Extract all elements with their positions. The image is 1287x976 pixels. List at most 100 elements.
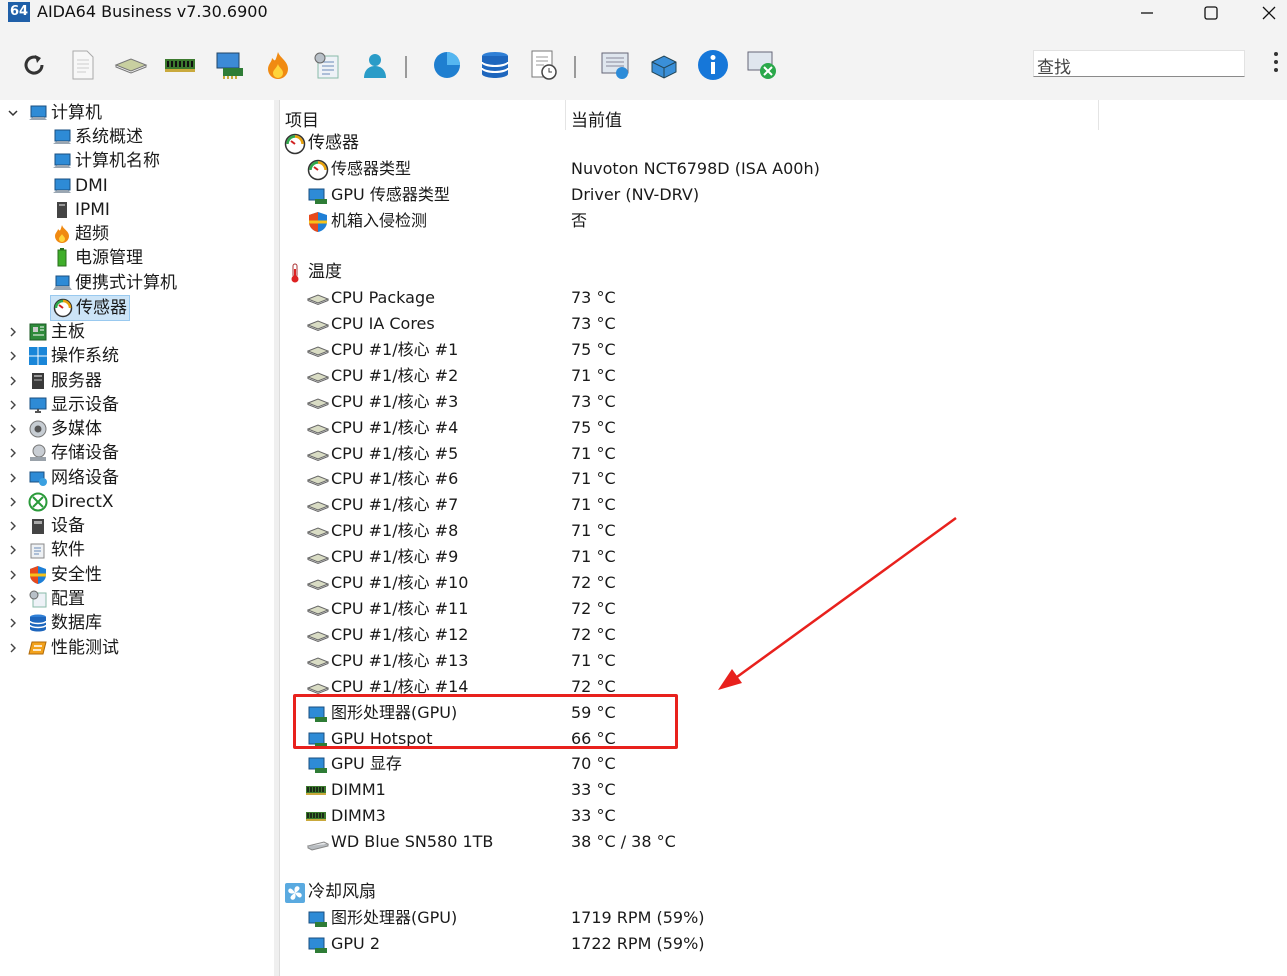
memory-icon[interactable] — [163, 48, 197, 82]
row-name: 图形处理器(GPU) — [331, 908, 458, 927]
tree-item-motherboard[interactable]: 主板 — [28, 320, 85, 344]
table-row[interactable]: CPU Package 73 °C — [280, 286, 1280, 311]
tree-item-overclock[interactable]: 超频 — [52, 222, 109, 246]
column-divider[interactable] — [1098, 100, 1099, 130]
group-title: 温度 — [308, 262, 342, 282]
chevron-right-icon[interactable] — [8, 643, 18, 653]
table-row[interactable]: CPU #1/核心 #2 71 °C — [280, 364, 1280, 389]
table-row[interactable]: CPU #1/核心 #1 75 °C — [280, 338, 1280, 363]
close-button[interactable] — [1250, 0, 1287, 26]
tree-item-display[interactable]: 显示设备 — [28, 393, 119, 417]
chevron-right-icon[interactable] — [8, 497, 18, 507]
column-header-value[interactable]: 当前值 — [571, 106, 622, 131]
chevron-down-icon[interactable] — [8, 108, 18, 118]
table-row[interactable]: CPU #1/核心 #3 73 °C — [280, 390, 1280, 415]
table-row[interactable]: CPU #1/核心 #12 72 °C — [280, 623, 1280, 648]
pci-card-icon[interactable] — [213, 48, 247, 82]
chevron-right-icon[interactable] — [8, 376, 18, 386]
remote-icon[interactable] — [745, 48, 779, 82]
config-icon[interactable] — [310, 48, 344, 82]
row-value: Driver (NV-DRV) — [571, 185, 700, 204]
table-row[interactable]: CPU IA Cores 73 °C — [280, 312, 1280, 337]
globe-network-icon[interactable] — [647, 48, 681, 82]
tree-item-system-summary[interactable]: 系统概述 — [52, 125, 143, 149]
tree-item-server[interactable]: 服务器 — [28, 369, 102, 393]
network-monitor-icon[interactable] — [599, 48, 633, 82]
tree-item-directx[interactable]: DirectX — [28, 490, 114, 514]
table-row[interactable]: CPU #1/核心 #13 71 °C — [280, 649, 1280, 674]
benchmark-icon — [28, 641, 47, 655]
tree-item-ipmi[interactable]: IPMI — [52, 198, 110, 222]
table-row[interactable]: CPU #1/核心 #5 71 °C — [280, 442, 1280, 467]
table-row[interactable]: 机箱入侵检测 否 — [280, 209, 1280, 234]
tree-item-dmi[interactable]: DMI — [52, 174, 108, 198]
table-row[interactable]: 图形处理器(GPU) 1719 RPM (59%) — [280, 906, 1280, 931]
chevron-right-icon[interactable] — [8, 618, 18, 628]
column-header-item[interactable]: 项目 — [285, 106, 319, 131]
tree-item-multimedia[interactable]: 多媒体 — [28, 417, 102, 441]
more-options-icon[interactable] — [1268, 48, 1284, 80]
table-row[interactable]: WD Blue SN580 1TB 38 °C / 38 °C — [280, 830, 1280, 855]
table-row[interactable]: CPU #1/核心 #8 71 °C — [280, 519, 1280, 544]
table-row[interactable]: CPU #1/核心 #11 72 °C — [280, 597, 1280, 622]
table-row[interactable]: CPU #1/核心 #4 75 °C — [280, 416, 1280, 441]
chevron-right-icon[interactable] — [8, 351, 18, 361]
cpu-chip-icon — [307, 294, 329, 306]
tree-item-storage[interactable]: 存储设备 — [28, 441, 119, 465]
tree-item-software[interactable]: 软件 — [28, 538, 85, 562]
table-row[interactable]: DIMM1 33 °C — [280, 778, 1280, 803]
table-row[interactable]: CPU #1/核心 #7 71 °C — [280, 493, 1280, 518]
tree-item-computer[interactable]: 计算机 — [28, 101, 102, 125]
tree-item-computer-name[interactable]: 计算机名称 — [52, 149, 160, 173]
tree-item-power-management[interactable]: 电源管理 — [52, 246, 143, 270]
minimize-button[interactable] — [1124, 0, 1170, 26]
row-value: 71 °C — [571, 651, 616, 670]
schedule-icon[interactable] — [527, 48, 561, 82]
tree-item-portable-computer[interactable]: 便携式计算机 — [52, 271, 177, 295]
table-row[interactable]: 传感器类型 Nuvoton NCT6798D (ISA A00h) — [280, 157, 1280, 182]
tree-item-config[interactable]: 配置 — [28, 587, 85, 611]
table-row[interactable]: DIMM3 33 °C — [280, 804, 1280, 829]
table-row[interactable]: GPU 2 1722 RPM (59%) — [280, 932, 1280, 957]
tree-label: 存储设备 — [51, 443, 119, 463]
table-row[interactable]: GPU 显存 70 °C — [280, 752, 1280, 777]
tree-item-operating-system[interactable]: 操作系统 — [28, 344, 119, 368]
tree-item-security[interactable]: 安全性 — [28, 563, 102, 587]
refresh-icon[interactable] — [17, 48, 51, 82]
chevron-right-icon[interactable] — [8, 400, 18, 410]
chevron-right-icon[interactable] — [8, 473, 18, 483]
group-header-sensors[interactable]: 传感器 — [280, 131, 1280, 156]
chevron-right-icon[interactable] — [8, 594, 18, 604]
table-row[interactable]: CPU #1/核心 #6 71 °C — [280, 467, 1280, 492]
info-icon[interactable] — [696, 48, 730, 82]
memory-icon — [306, 812, 326, 821]
user-icon[interactable] — [358, 48, 392, 82]
tree-item-benchmark[interactable]: 性能测试 — [28, 636, 119, 660]
chevron-right-icon[interactable] — [8, 327, 18, 337]
table-row[interactable]: GPU 传感器类型 Driver (NV-DRV) — [280, 183, 1280, 208]
tree-label: 数据库 — [51, 613, 102, 633]
chevron-right-icon[interactable] — [8, 570, 18, 580]
tree-label: DMI — [75, 176, 108, 196]
search-input[interactable]: 查找 — [1033, 50, 1245, 78]
motherboard-icon[interactable] — [114, 48, 148, 82]
column-divider[interactable] — [565, 100, 566, 130]
disk-benchmark-icon[interactable] — [430, 48, 464, 82]
tree-item-database[interactable]: 数据库 — [28, 611, 102, 635]
group-header-temperature[interactable]: 温度 — [280, 260, 1280, 285]
chevron-right-icon[interactable] — [8, 545, 18, 555]
chevron-right-icon[interactable] — [8, 521, 18, 531]
chevron-right-icon[interactable] — [8, 424, 18, 434]
report-icon[interactable] — [66, 48, 100, 82]
database-icon[interactable] — [478, 48, 512, 82]
overclock-flame-icon[interactable] — [261, 48, 295, 82]
table-row[interactable]: CPU #1/核心 #9 71 °C — [280, 545, 1280, 570]
tree-item-devices[interactable]: 设备 — [28, 514, 85, 538]
group-header-cooling-fans[interactable]: 冷却风扇 — [280, 880, 1280, 905]
chevron-right-icon[interactable] — [8, 448, 18, 458]
tree-item-sensors[interactable]: 传感器 — [50, 295, 130, 321]
tree-item-network[interactable]: 网络设备 — [28, 466, 119, 490]
table-row[interactable]: CPU #1/核心 #10 72 °C — [280, 571, 1280, 596]
maximize-button[interactable] — [1188, 0, 1234, 26]
row-name: CPU #1/核心 #13 — [331, 651, 469, 670]
